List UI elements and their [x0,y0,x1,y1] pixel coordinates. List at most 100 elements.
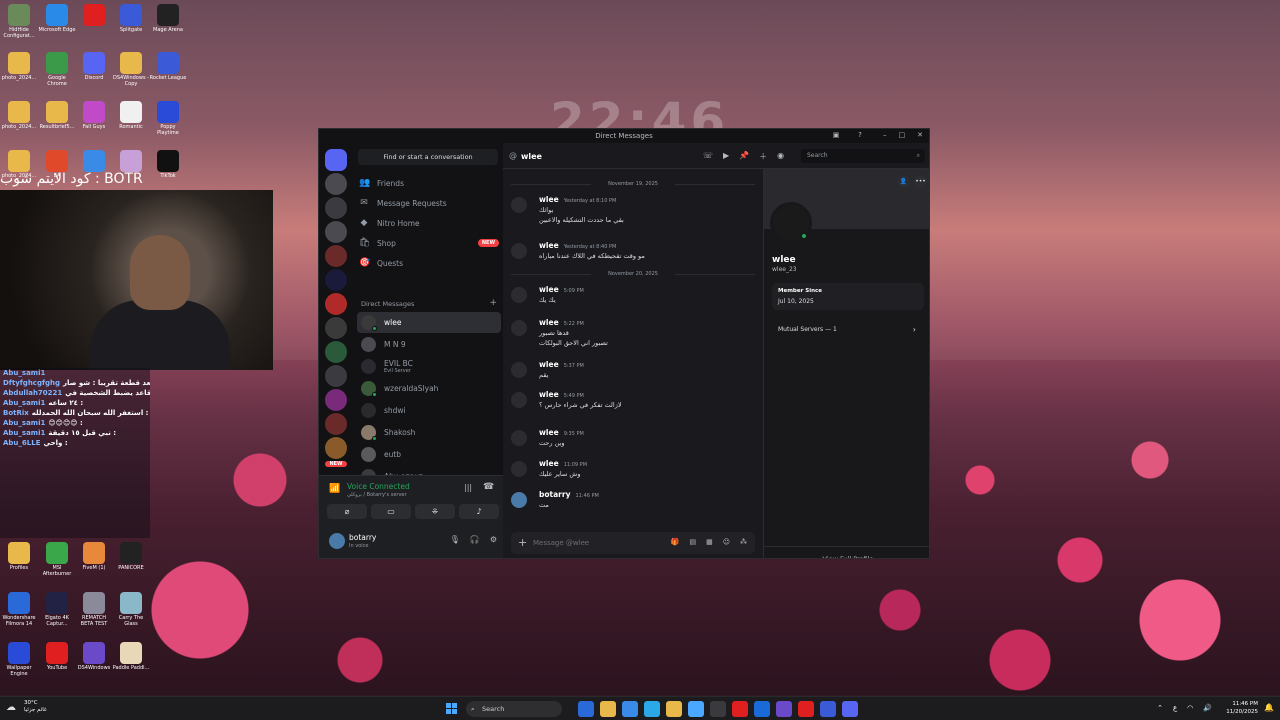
apps-icon[interactable]: ⁂ [740,538,747,546]
message-author[interactable]: botarry 11:46 PM [539,490,599,499]
desktop-icon[interactable]: Romantic [112,101,150,130]
desktop-icon[interactable]: Discord [75,52,113,81]
desktop-icon[interactable]: Splitgate [112,4,150,33]
desktop-icon[interactable] [75,4,113,27]
desktop-icon[interactable] [75,150,113,173]
server-icon[interactable] [325,389,347,411]
dm-item[interactable]: shdwi [357,400,501,421]
youtube-icon[interactable] [732,701,748,717]
desktop-icon[interactable]: PANICORE [112,542,150,571]
message-input[interactable] [533,536,643,550]
desktop-icon[interactable]: FiveM (1) [75,542,113,571]
dm-item[interactable]: eutb [357,444,501,465]
desktop-icon[interactable]: MSI Afterburner [38,542,76,577]
nav-message-requests[interactable]: ✉ Message Requests [359,194,499,212]
gif-icon[interactable]: ▤ [689,538,696,546]
dm-item[interactable]: EVIL BC Evil Server [357,356,501,377]
message-author[interactable]: wlee 5:37 PM [539,360,584,369]
start-icon[interactable] [446,703,457,714]
message-author[interactable]: wlee Yesterday at 8:10 PM [539,195,616,204]
desktop-icon[interactable]: DS4Windows - Copy [112,52,150,87]
desktop-icon[interactable]: Mage Arena [149,4,187,33]
desktop-icon[interactable]: photo_2024... [0,101,38,130]
call-icon[interactable]: ☏ [703,151,713,162]
emoji-icon[interactable]: ☺ [723,538,730,546]
headphones-icon[interactable]: 🎧 [470,535,480,544]
voice-status[interactable]: Voice Connected [347,482,410,491]
wifi-icon[interactable]: ◠ [1187,704,1193,712]
video-call-icon[interactable]: ▶ [723,151,729,162]
view-full-profile-button[interactable]: View Full Profile [764,546,929,558]
mutual-servers-button[interactable]: Mutual Servers — 1 › [772,320,924,340]
microphone-icon[interactable]: 🎙 [450,535,460,544]
calendar-icon[interactable] [688,701,704,717]
nav-quests[interactable]: 🎯 Quests [359,254,499,272]
discord-icon[interactable] [842,701,858,717]
desktop-icon[interactable]: Resultbrief5... [38,101,76,130]
avatar[interactable] [511,492,527,508]
folder-icon[interactable] [666,701,682,717]
desktop-icon[interactable] [112,150,150,173]
volume-icon[interactable]: 🔊 [1203,704,1212,712]
avatar[interactable] [511,243,527,259]
desktop-icon[interactable]: Profiles [0,542,38,571]
message-author[interactable]: wlee 11:09 PM [539,459,587,468]
nav-friends[interactable]: 👥 Friends [359,174,499,192]
video-button[interactable]: ⌀ [327,504,367,519]
maximize-button[interactable]: □ [899,131,906,139]
minimize-button[interactable]: – [883,131,887,139]
soundboard-button[interactable]: ♪ [459,504,499,519]
message-author[interactable]: wlee Yesterday at 8:40 PM [539,241,616,250]
discord-home-icon[interactable] [325,149,347,171]
desktop-icon[interactable]: Rocket League [149,52,187,81]
desktop-icon[interactable]: Paddle Paddl... [112,642,150,671]
desktop-icon[interactable]: Google Chrome [38,52,76,87]
settings-icon[interactable]: ⚙ [490,535,497,544]
chevron-up-icon[interactable]: ⌃ [1157,704,1163,712]
server-icon[interactable] [325,245,347,267]
edge-icon[interactable] [622,701,638,717]
message-author[interactable]: wlee 5:49 PM [539,390,584,399]
server-icon[interactable] [325,341,347,363]
message-author[interactable]: wlee 9:35 PM [539,428,584,437]
activities-button[interactable]: ⁜ [415,504,455,519]
disconnect-icon[interactable]: ☎ [483,482,494,492]
language-icon[interactable]: ع [1173,704,1177,712]
desktop-icon[interactable]: Microsoft Edge [38,4,76,33]
desktop-icon[interactable]: DS4Windows [75,642,113,671]
dm-item[interactable]: M N 9 [357,334,501,355]
outlook-icon[interactable] [754,701,770,717]
notification-icon[interactable]: 🔔 [1264,703,1274,712]
desktop-icon[interactable]: Elgato 4K Captur... [38,592,76,627]
sticker-icon[interactable]: ▦ [706,538,713,546]
avatar[interactable] [511,461,527,477]
desktop-icon[interactable]: REMATCH BETA TEST [75,592,113,627]
app-icon[interactable] [820,701,836,717]
add-friend-icon[interactable]: 👤 [897,175,910,188]
desktop-icon[interactable]: Wallpaper Engine [0,642,38,677]
desktop-icon[interactable]: YouTube [38,642,76,671]
create-dm-icon[interactable]: + [489,299,497,308]
desktop-icon[interactable]: photo_2024... [0,52,38,81]
avatar[interactable] [511,392,527,408]
desktop-icon[interactable]: HidHide Configurat... [0,4,38,39]
avatar[interactable] [511,197,527,213]
screen-share-button[interactable]: ▭ [371,504,411,519]
nav-nitro-home[interactable]: ◆ Nitro Home [359,214,499,232]
message-author[interactable]: wlee 5:22 PM [539,318,584,327]
server-icon[interactable] [325,197,347,219]
help-icon[interactable]: ? [855,131,865,140]
search-input[interactable]: Search ⌕ [801,149,925,163]
avatar[interactable] [511,287,527,303]
desktop-icon[interactable]: TikTok [149,150,187,179]
desktop-icon[interactable]: Poppy Playtime [149,101,187,136]
youtube-icon[interactable] [798,701,814,717]
dm-item[interactable]: Shakosh [357,422,501,443]
dm-item[interactable]: wzeraldaSlyah [357,378,501,399]
dm-item[interactable]: wlee [357,312,501,333]
server-icon[interactable] [325,173,347,195]
add-friend-icon[interactable]: ＋ [759,151,767,162]
teams-icon[interactable] [776,701,792,717]
server-icon[interactable] [325,221,347,243]
store-icon[interactable] [644,701,660,717]
